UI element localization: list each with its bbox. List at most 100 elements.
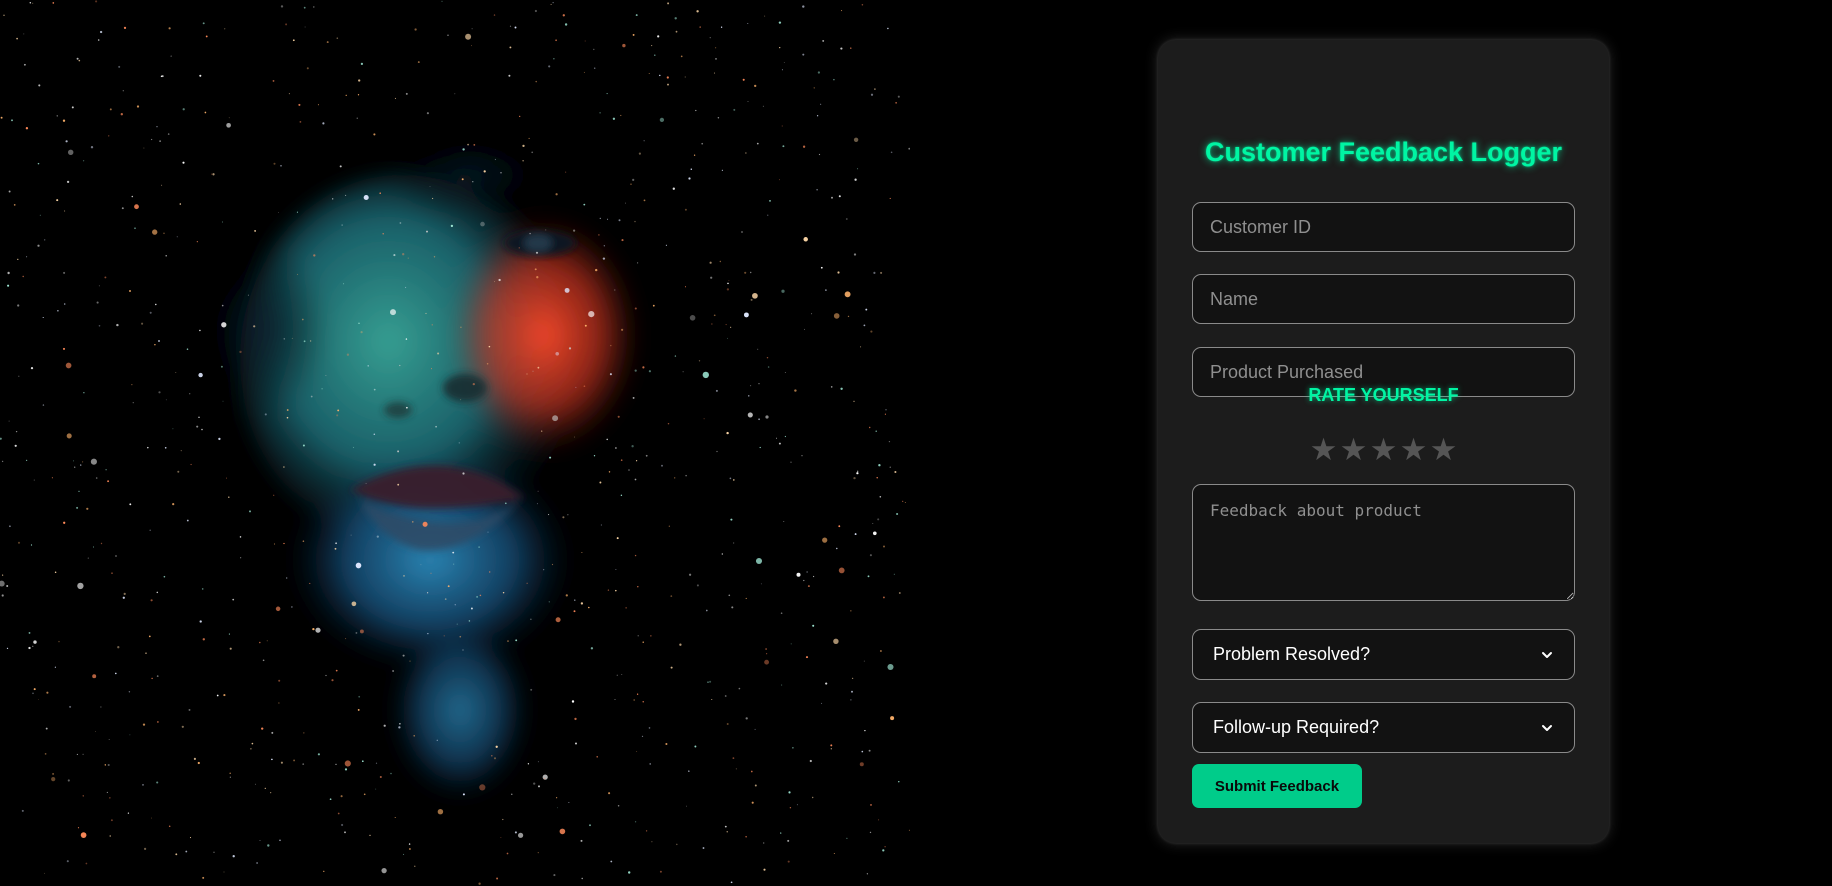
star-particle — [239, 536, 242, 538]
star-particle — [724, 825, 727, 828]
star-particle — [458, 442, 460, 444]
star-2-icon[interactable]: ★ — [1339, 430, 1369, 470]
star-particle — [782, 145, 785, 148]
star-particle — [465, 33, 472, 40]
star-particle — [303, 732, 305, 734]
star-particle — [879, 650, 882, 652]
customer-id-input[interactable] — [1192, 202, 1575, 252]
star-particle — [37, 162, 40, 165]
star-particle — [562, 14, 565, 17]
star-particle — [29, 2, 32, 4]
star-particle — [42, 316, 44, 319]
star-particle — [32, 645, 34, 647]
star-particle — [201, 428, 203, 431]
star-particle — [352, 446, 355, 449]
star-particle — [726, 723, 729, 725]
star-particle — [509, 46, 512, 49]
feedback-textarea[interactable] — [1192, 484, 1575, 601]
star-particle — [38, 84, 41, 87]
star-particle — [634, 307, 637, 310]
star-particle — [600, 524, 602, 526]
star-particle — [145, 652, 147, 654]
star-particle — [367, 365, 369, 367]
star-particle — [840, 47, 843, 50]
star-particle — [902, 500, 904, 502]
submit-feedback-button[interactable]: Submit Feedback — [1192, 764, 1362, 808]
follow-up-required-select[interactable]: Follow-up Required? — [1192, 702, 1575, 753]
star-particle — [665, 244, 667, 246]
star-particle — [18, 375, 20, 377]
star-particle — [574, 599, 576, 601]
star-particle — [98, 324, 101, 327]
star-particle — [470, 45, 473, 47]
star-particle — [883, 545, 885, 548]
star-particle — [822, 537, 828, 543]
star-particle — [648, 73, 650, 74]
star-particle — [129, 503, 132, 506]
star-particle — [531, 151, 534, 154]
star-particle — [733, 479, 735, 481]
star-particle — [77, 827, 80, 829]
star-particle — [733, 108, 736, 111]
star-particle — [565, 594, 568, 597]
star-particle — [213, 851, 215, 853]
star-particle — [780, 832, 782, 834]
star-3-icon[interactable]: ★ — [1369, 430, 1399, 470]
star-particle — [304, 26, 306, 28]
star-particle — [596, 756, 598, 758]
name-input[interactable] — [1192, 274, 1575, 324]
star-particle — [120, 113, 123, 116]
star-1-icon[interactable]: ★ — [1309, 430, 1339, 470]
star-particle — [405, 338, 408, 340]
star-particle — [667, 2, 670, 5]
star-particle — [407, 257, 409, 259]
star-particle — [710, 276, 713, 279]
star-particle — [412, 521, 414, 523]
star-5-icon[interactable]: ★ — [1429, 430, 1459, 470]
star-particle — [584, 324, 587, 327]
star-particle — [863, 324, 866, 327]
star-particle — [471, 28, 473, 30]
star-particle — [286, 577, 288, 579]
star-particle — [468, 620, 471, 622]
star-particle — [875, 430, 877, 433]
star-particle — [165, 255, 167, 257]
star-particle — [302, 763, 305, 765]
star-particle — [688, 573, 692, 576]
star-particle — [894, 470, 897, 474]
star-particle — [52, 772, 55, 775]
star-particle — [701, 142, 704, 145]
star-particle — [129, 734, 131, 736]
star-particle — [784, 371, 786, 374]
star-particle — [109, 108, 112, 111]
star-particle — [108, 738, 110, 741]
star-particle — [116, 323, 119, 327]
problem-resolved-select[interactable]: Problem Resolved? — [1192, 629, 1575, 680]
star-particle — [239, 350, 242, 354]
star-particle — [634, 554, 637, 557]
star-particle — [447, 34, 449, 36]
star-particle — [654, 54, 656, 56]
star-particle — [193, 757, 196, 760]
star-particle — [292, 39, 295, 42]
star-particle — [95, 0, 98, 3]
star-particle — [279, 839, 281, 842]
form-title: Customer Feedback Logger — [1204, 137, 1563, 167]
star-particle — [522, 160, 524, 162]
star-particle — [575, 386, 577, 388]
star-particle — [476, 596, 478, 598]
star-particle — [163, 575, 166, 578]
star-particle — [857, 470, 859, 472]
rate-yourself-label: RATE YOURSELF — [1308, 385, 1459, 405]
star-particle — [479, 784, 486, 791]
star-particle — [738, 687, 741, 690]
star-particle — [152, 229, 158, 235]
star-particle — [224, 28, 226, 30]
star-particle — [180, 449, 182, 452]
star-4-icon[interactable]: ★ — [1399, 430, 1429, 470]
star-particle — [326, 41, 329, 44]
star-particle — [450, 224, 454, 228]
star-particle — [784, 435, 787, 438]
star-particle — [470, 607, 473, 610]
star-particle — [77, 582, 84, 590]
